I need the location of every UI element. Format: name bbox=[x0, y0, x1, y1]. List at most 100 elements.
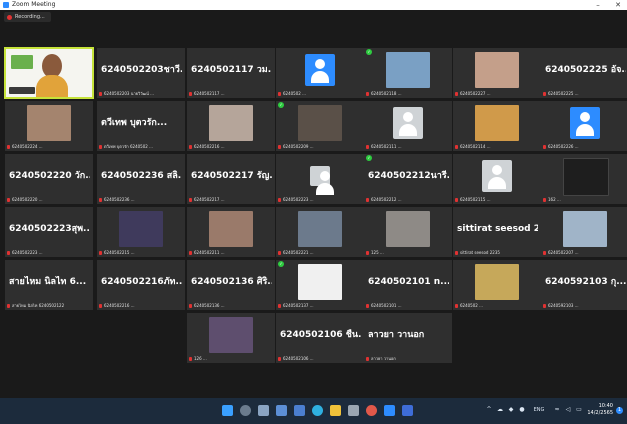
participant-tile[interactable]: 6240502211 ... bbox=[187, 207, 275, 257]
participant-tile[interactable]: 6240502220 วัก... 6240502220 ... bbox=[5, 154, 93, 204]
participant-tile[interactable]: ✓ 6240502137 ... bbox=[276, 260, 364, 310]
name-box bbox=[9, 87, 35, 94]
zoom-taskbar-icon[interactable] bbox=[384, 405, 395, 416]
app-icon[interactable] bbox=[402, 405, 413, 416]
participant-tile[interactable]: 6240502203ชาวี... 6240502203 นายวิวัฒน์ … bbox=[97, 48, 185, 98]
participant-photo bbox=[298, 105, 342, 141]
mic-muted-icon bbox=[366, 91, 369, 96]
zoom-app-icon bbox=[3, 2, 9, 8]
participant-tile[interactable]: 6240502216 ... bbox=[187, 101, 275, 151]
mic-muted-icon bbox=[278, 91, 281, 96]
participant-name-large: 6240502117 วม... bbox=[191, 65, 272, 75]
participant-tile[interactable]: 6240502227 ... bbox=[453, 48, 541, 98]
participant-tile[interactable]: ตวีเทพ บุตวรัก... ตวีเทพ บุตวรัก 6240502… bbox=[97, 101, 185, 151]
participant-tile[interactable]: 6240502217 รัญ... 6240502217 ... bbox=[187, 154, 275, 204]
widgets-icon[interactable] bbox=[276, 405, 287, 416]
participant-tile[interactable]: 6240592103 กุ... 6240592103 ... bbox=[541, 260, 627, 310]
participant-name-large: 6240502136 ศิริ... bbox=[191, 277, 272, 287]
participant-photo bbox=[27, 105, 71, 141]
participant-label: 162 ... bbox=[543, 196, 627, 203]
participant-tile[interactable]: 6240502226 ... bbox=[541, 101, 627, 151]
language-indicator[interactable]: ENG bbox=[532, 407, 546, 413]
participant-tile[interactable]: 6240502 ... bbox=[276, 48, 364, 98]
participant-name-large: ลาวยา วานอก bbox=[368, 330, 425, 340]
participant-tile[interactable]: 6240502207 ... bbox=[541, 207, 627, 257]
participant-photo bbox=[209, 105, 253, 141]
participant-tile[interactable]: ลาวยา วานอก ลาวยา วานอก bbox=[364, 313, 452, 363]
chevron-up-icon[interactable]: ^ bbox=[486, 407, 492, 413]
participant-tile[interactable]: 6240502114 ... bbox=[453, 101, 541, 151]
mic-muted-icon bbox=[543, 91, 546, 96]
participant-tile[interactable]: 6240502111 ... bbox=[364, 101, 452, 151]
participant-tile[interactable]: 126 ... bbox=[187, 313, 275, 363]
participant-tile[interactable]: 6240502115 ... bbox=[453, 154, 541, 204]
participant-label: 6240502217 ... bbox=[189, 196, 273, 203]
chat-icon[interactable] bbox=[294, 405, 305, 416]
window-title: Zoom Meeting bbox=[12, 1, 56, 8]
file-explorer-icon[interactable] bbox=[330, 405, 341, 416]
participant-video bbox=[6, 49, 92, 97]
notification-badge[interactable]: 1 bbox=[616, 407, 623, 414]
participant-tile[interactable]: ✓ 6240502209 ... bbox=[276, 101, 364, 151]
mic-muted-icon bbox=[455, 197, 458, 202]
participant-tile[interactable]: 6240502216ภัท... 6240502216 ... bbox=[97, 260, 185, 310]
participant-photo bbox=[209, 317, 253, 353]
participant-label: 6240502216 ... bbox=[189, 143, 273, 150]
participant-tile[interactable]: สายไหม นิลไท 6... สายไหม นิลไท 624050212… bbox=[5, 260, 93, 310]
participant-tile[interactable]: 162 ... bbox=[541, 154, 627, 204]
search-icon[interactable] bbox=[240, 405, 251, 416]
tray-security-icon[interactable]: ● bbox=[519, 407, 525, 413]
participant-tile[interactable]: 6240502215 ... bbox=[97, 207, 185, 257]
tray-app-icon[interactable]: ◆ bbox=[508, 407, 514, 413]
participant-tile[interactable] bbox=[4, 47, 94, 99]
participant-tile[interactable]: 6240502236 สลิ... 6240502236 ... bbox=[97, 154, 185, 204]
recording-indicator[interactable]: Recording... bbox=[4, 12, 51, 22]
participant-name-large: 6240502236 สลิ... bbox=[101, 171, 182, 181]
participant-tile[interactable]: 6240502221 ... bbox=[276, 207, 364, 257]
participant-label: 6240502106 ... bbox=[278, 355, 362, 362]
close-button[interactable]: ✕ bbox=[611, 0, 625, 10]
participant-photo bbox=[475, 105, 519, 141]
participant-tile[interactable]: ✓ 6240502212นารี... 6240502212 ... bbox=[364, 154, 452, 204]
participant-tile[interactable]: sittirat seesod 2... sittirat seesod 223… bbox=[453, 207, 541, 257]
battery-icon[interactable]: ▭ bbox=[576, 407, 582, 413]
wifi-icon[interactable]: ≈ bbox=[554, 407, 560, 413]
participant-tile[interactable]: ✓ 6240502118 ... bbox=[364, 48, 452, 98]
edge-browser-icon[interactable] bbox=[312, 405, 323, 416]
participant-tile[interactable]: 6240502 ... bbox=[453, 260, 541, 310]
participant-tile[interactable]: 6240502136 ศิริ... 6240502136 ... bbox=[187, 260, 275, 310]
participant-tile[interactable]: 6240502106 ชื่น... 6240502106 ... bbox=[276, 313, 364, 363]
chrome-icon[interactable] bbox=[366, 405, 377, 416]
participant-tile[interactable]: 6240502117 วม... 6240502117 ... bbox=[187, 48, 275, 98]
participant-tile[interactable]: 6240502223สุพ... 6240502223 ... bbox=[5, 207, 93, 257]
participant-label: สายไหม นิลไท 6240502122 bbox=[7, 302, 91, 309]
start-menu-icon[interactable] bbox=[222, 405, 233, 416]
participant-tile[interactable]: 6240502224 ... bbox=[5, 101, 93, 151]
participant-label: 6240502221 ... bbox=[278, 249, 362, 256]
zoom-window: Zoom Meeting – ✕ Recording... 6240502203… bbox=[0, 0, 627, 424]
taskbar: ^ ☁ ◆ ● ENG ≈ ◁ ▭ 10:40 14/2/2565 1 bbox=[0, 398, 627, 424]
participant-tile[interactable]: 6240502223 ... bbox=[276, 154, 364, 204]
mic-muted-icon bbox=[189, 250, 192, 255]
participant-label: 6240502 ... bbox=[278, 90, 362, 97]
participant-label: 6240502224 ... bbox=[7, 143, 91, 150]
volume-icon[interactable]: ◁ bbox=[565, 407, 571, 413]
participant-tile[interactable]: 6240502101 n... 6240502101 ... bbox=[364, 260, 452, 310]
participant-label: ลาวยา วานอก bbox=[366, 355, 450, 362]
task-view-icon[interactable] bbox=[258, 405, 269, 416]
participant-label: 6240502203 นายวิวัฒน์ ... bbox=[99, 90, 183, 97]
clock[interactable]: 10:40 14/2/2565 bbox=[587, 403, 613, 417]
participant-tile[interactable]: 6240502225 อัจ... 6240502225 ... bbox=[541, 48, 627, 98]
participant-label: 6240502236 ... bbox=[99, 196, 183, 203]
settings-gear-icon[interactable] bbox=[348, 405, 359, 416]
mic-muted-icon bbox=[189, 91, 192, 96]
mic-muted-icon bbox=[543, 144, 546, 149]
participant-label: 6240502117 ... bbox=[189, 90, 273, 97]
minimize-button[interactable]: – bbox=[591, 0, 605, 10]
mic-muted-icon bbox=[99, 250, 102, 255]
default-avatar-icon bbox=[570, 107, 600, 139]
tray-cloud-icon[interactable]: ☁ bbox=[497, 407, 503, 413]
mic-muted-icon bbox=[99, 303, 102, 308]
participant-tile[interactable]: 125 ... bbox=[364, 207, 452, 257]
participant-label: 6240502101 ... bbox=[366, 302, 450, 309]
